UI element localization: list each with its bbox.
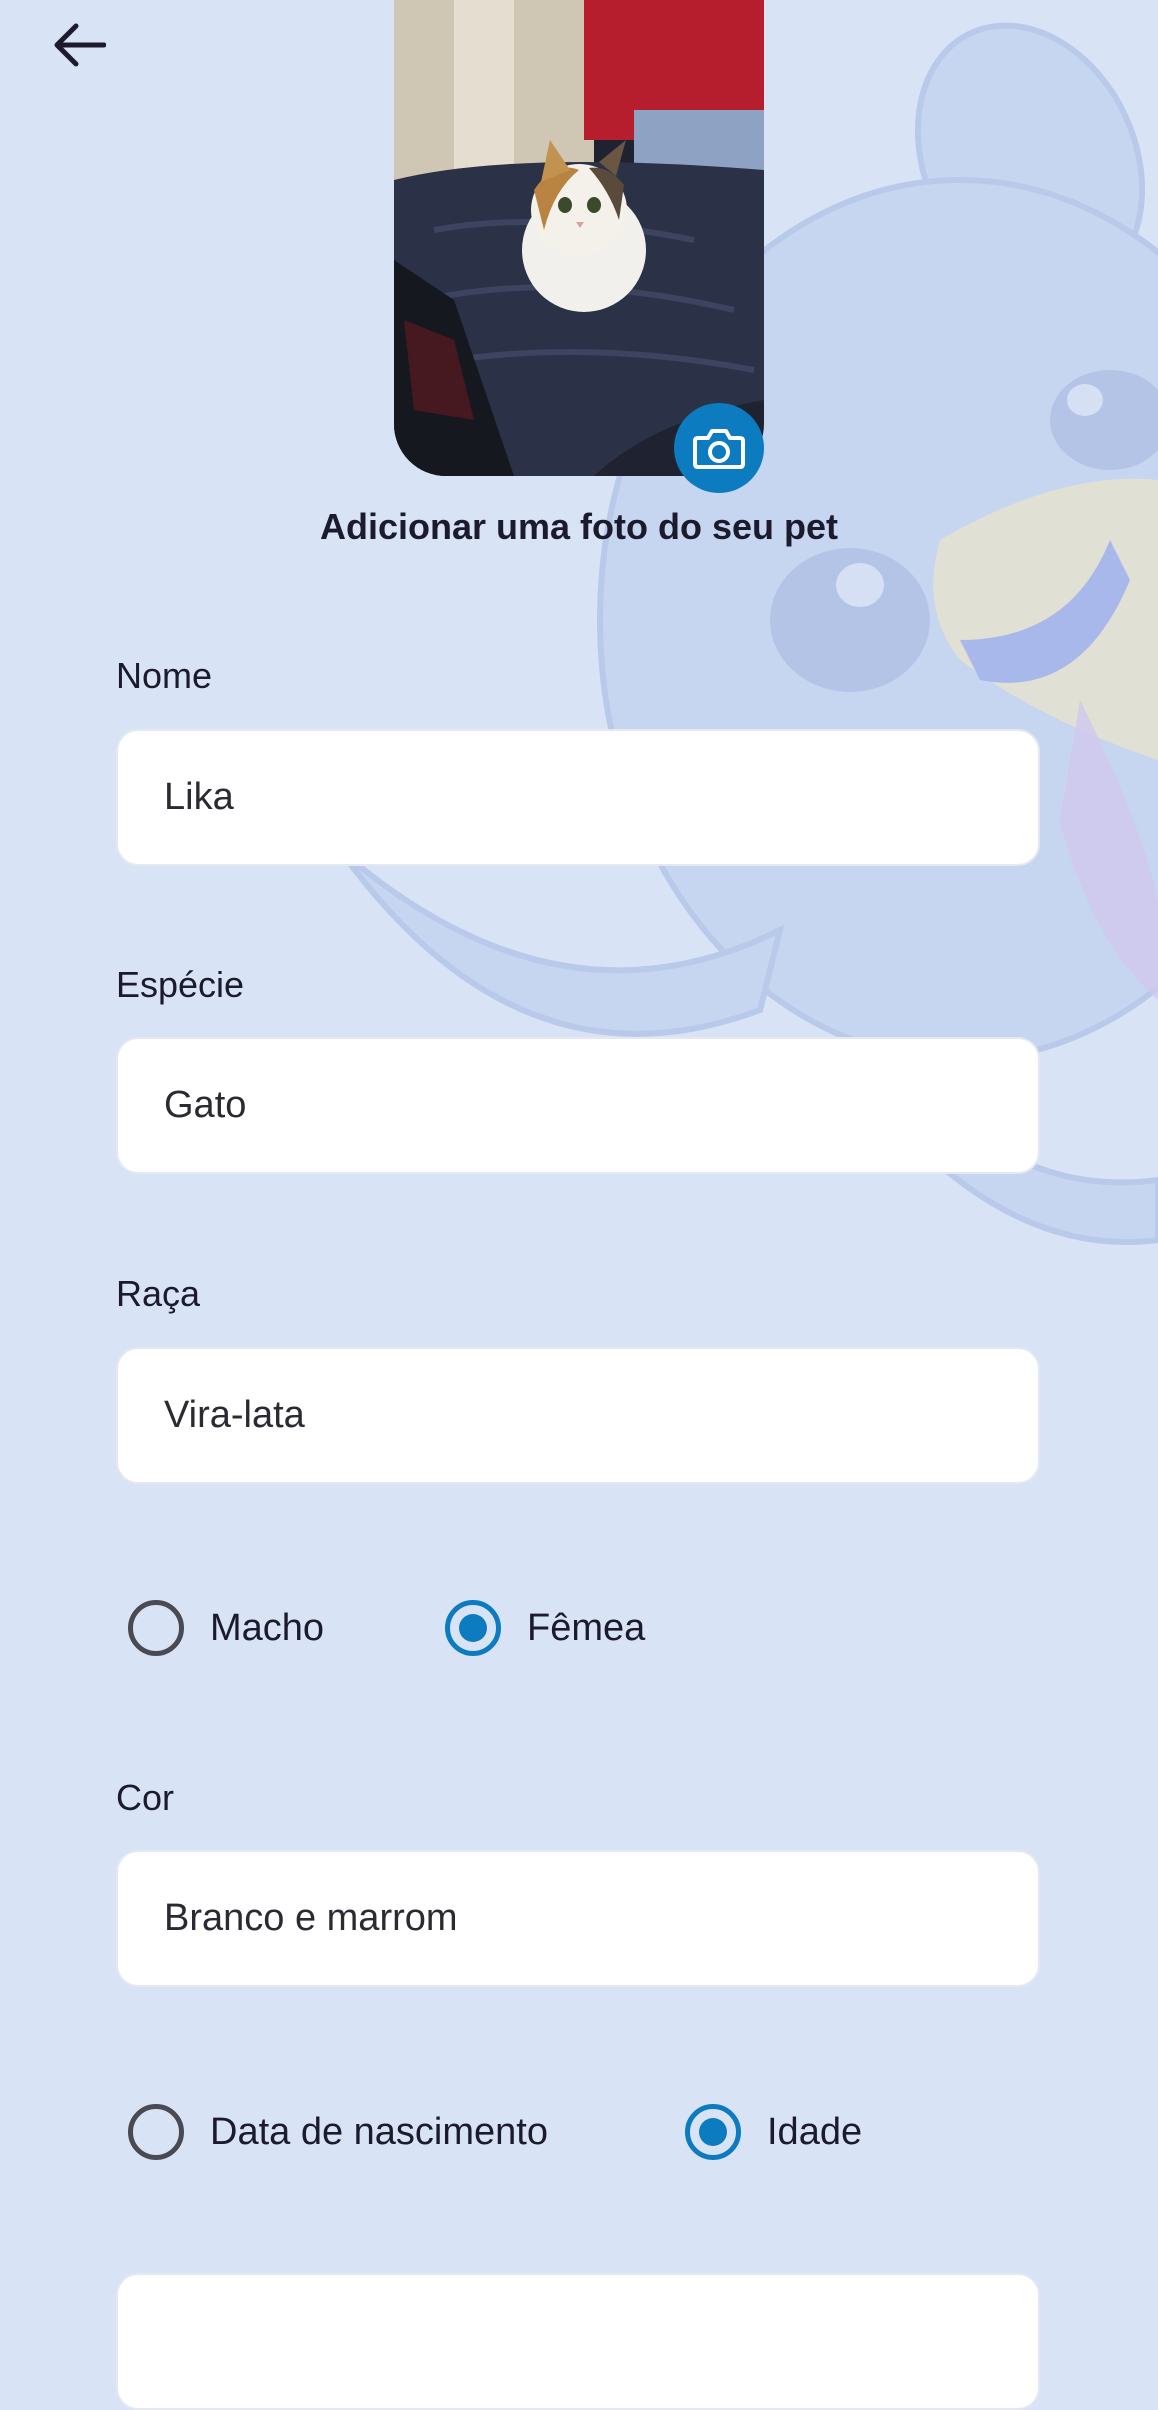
sex-option-female-label: Fêmea [527,1606,646,1649]
radio-male[interactable] [128,1600,184,1656]
radio-age[interactable] [685,2104,741,2160]
age-mode-birthdate-label: Data de nascimento [210,2110,548,2153]
add-photo-caption[interactable]: Adicionar uma foto do seu pet [0,506,1158,548]
sex-option-male-label: Macho [210,1606,325,1649]
species-field[interactable]: Gato [116,1037,1040,1174]
age-mode-age[interactable]: Idade [685,2104,862,2160]
age-mode-age-label: Idade [767,2110,863,2153]
species-value: Gato [164,1084,247,1126]
sex-option-male[interactable]: Macho [128,1600,324,1656]
age-mode-birthdate[interactable]: Data de nascimento [128,2104,548,2160]
color-field[interactable]: Branco e marrom [116,1850,1040,1987]
name-label: Nome [116,655,213,696]
sex-option-female[interactable]: Fêmea [445,1600,645,1656]
breed-field[interactable]: Vira-lata [116,1347,1040,1484]
color-label: Cor [116,1777,175,1818]
back-button[interactable] [44,10,114,80]
radio-birthdate[interactable] [128,2104,184,2160]
age-field[interactable] [116,2273,1040,2410]
color-value: Branco e marrom [164,1897,458,1939]
name-value: Lika [164,776,234,818]
name-field[interactable]: Lika [116,729,1040,866]
breed-value: Vira-lata [164,1394,305,1436]
camera-icon [693,429,745,469]
radio-female[interactable] [445,1600,501,1656]
breed-label: Raça [116,1273,201,1314]
arrow-left-icon [54,23,106,67]
species-label: Espécie [116,964,245,1005]
add-photo-button[interactable] [674,403,764,493]
